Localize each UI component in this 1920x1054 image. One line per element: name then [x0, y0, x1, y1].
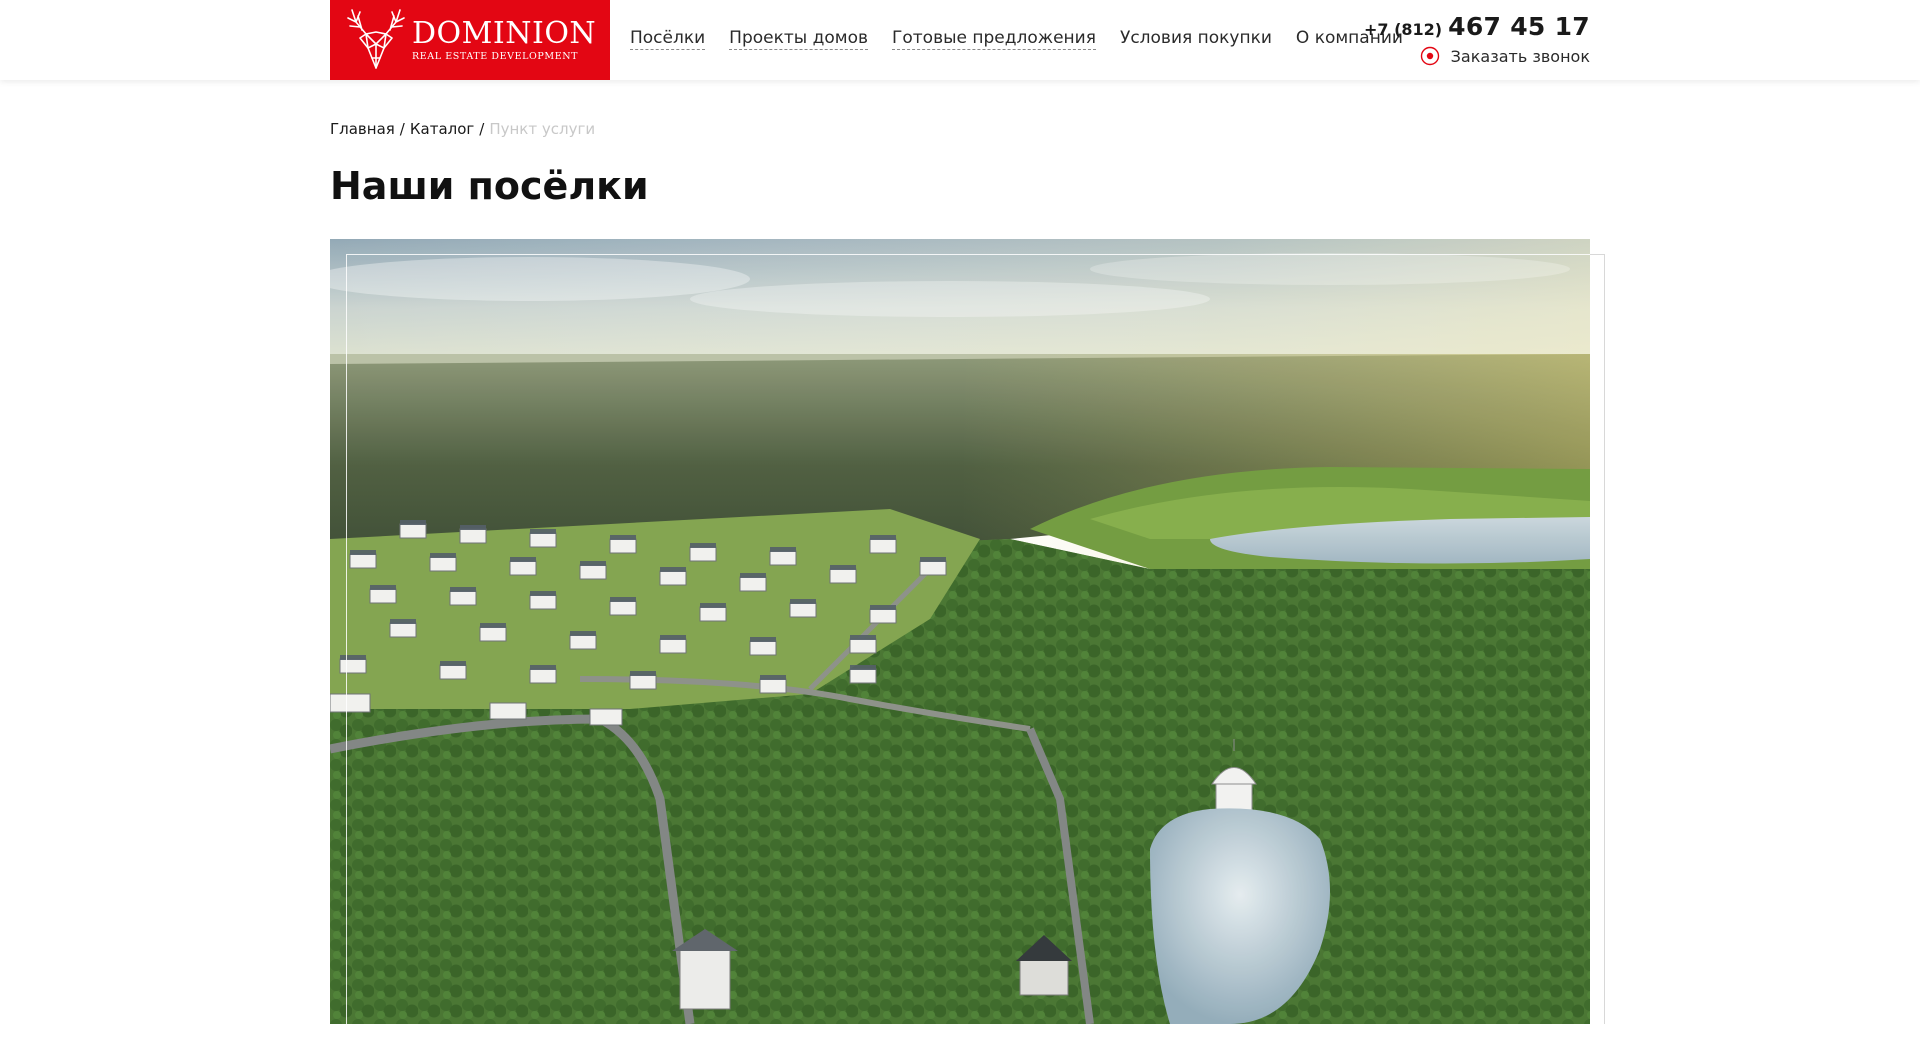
callback-label: Заказать звонок: [1450, 46, 1590, 66]
nav-item-purchase-terms[interactable]: Условия покупки: [1120, 28, 1272, 50]
nav-item-ready-offers[interactable]: Готовые предложения: [892, 28, 1096, 50]
hero-image: [330, 239, 1590, 1024]
site-header: DOMINION REAL ESTATE DEVELOPMENT Посёлки…: [0, 0, 1920, 80]
page-title: Наши посёлки: [330, 164, 649, 208]
hero-frame-edge: [1590, 254, 1605, 255]
nav-item-villages[interactable]: Посёлки: [630, 28, 706, 50]
hero-frame-edge: [1604, 254, 1605, 1024]
phone-digits: 467 45 17: [1448, 12, 1590, 41]
callback-button[interactable]: Заказать звонок: [1420, 46, 1590, 66]
phone-number[interactable]: +7 (812) 467 45 17: [1364, 12, 1590, 41]
main-nav: Посёлки Проекты домов Готовые предложени…: [630, 28, 1427, 50]
breadcrumb-current: Пункт услуги: [489, 120, 596, 138]
breadcrumb-separator: /: [479, 120, 485, 138]
phone-target-icon: [1420, 46, 1439, 66]
breadcrumb-home[interactable]: Главная: [330, 120, 395, 138]
phone-code: +7 (812): [1363, 20, 1443, 39]
breadcrumb-separator: /: [399, 120, 405, 138]
brand-tagline: REAL ESTATE DEVELOPMENT: [412, 50, 579, 62]
aerial-village-landscape-image: [330, 239, 1590, 1024]
logo-text: DOMINION REAL ESTATE DEVELOPMENT: [412, 15, 597, 62]
brand-name: DOMINION: [412, 15, 597, 51]
deer-logo-icon: [347, 9, 405, 69]
breadcrumb: Главная / Каталог / Пункт услуги: [330, 120, 595, 138]
logo[interactable]: DOMINION REAL ESTATE DEVELOPMENT: [330, 0, 610, 80]
breadcrumb-catalog[interactable]: Каталог: [410, 120, 474, 138]
nav-item-house-projects[interactable]: Проекты домов: [729, 28, 869, 50]
